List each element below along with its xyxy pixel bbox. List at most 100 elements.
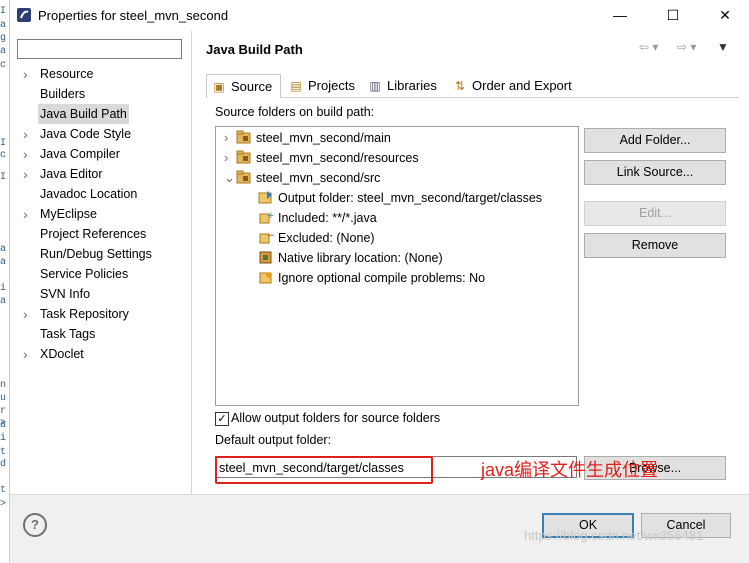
source-folders-label: Source folders on build path: [215, 105, 375, 119]
bleed-char: u [0, 393, 7, 404]
source-tree-row[interactable]: Ignore optional compile problems: No [258, 268, 485, 288]
expand-chevron-icon[interactable]: › [23, 204, 28, 224]
chevron-right-icon[interactable]: › [224, 128, 236, 148]
source-tree-row[interactable]: Native library location: (None) [258, 248, 443, 268]
bleed-char: r [0, 406, 7, 417]
bleed-char: a [0, 296, 7, 307]
sidebar-item[interactable]: Run/Debug Settings [40, 244, 152, 264]
bleed-char: i [0, 283, 7, 294]
source-tree-row[interactable]: › steel_mvn_second/main [224, 128, 391, 148]
properties-dialog: Properties for steel_mvn_second — ☐ ✕ › R… [9, 0, 749, 563]
expand-chevron-icon[interactable]: › [23, 304, 28, 324]
sidebar-item[interactable]: Resource [40, 64, 94, 84]
expand-chevron-icon[interactable]: › [23, 124, 28, 144]
source-tree-row[interactable]: + Included: **/*.java [258, 208, 377, 228]
chevron-down-icon[interactable]: ⌄ [224, 168, 236, 188]
sidebar-item[interactable]: XDoclet [40, 344, 84, 364]
bleed-char: t [0, 447, 7, 458]
source-tree-row[interactable]: ⌄ steel_mvn_second/src [224, 168, 380, 188]
bleed-char: g [0, 33, 7, 44]
tab-order-export[interactable]: ⇅ Order and Export [453, 74, 572, 97]
bleed-char: c [0, 60, 7, 71]
dialog-footer: ? OK Cancel https://blog.csdn.net/wx3564… [10, 494, 749, 563]
source-tree-row[interactable]: − Excluded: (None) [258, 228, 375, 248]
maximize-button[interactable]: ☐ [658, 5, 688, 25]
expand-chevron-icon[interactable]: › [23, 344, 28, 364]
sidebar-item[interactable]: Java Build Path [38, 104, 129, 124]
bleed-char: a [0, 20, 7, 31]
sidebar-item[interactable]: Java Compiler [40, 144, 120, 164]
tab-source[interactable]: ▣ Source [206, 74, 281, 98]
chevron-right-icon[interactable]: › [224, 148, 236, 168]
ignore-problems-icon [258, 270, 274, 284]
expand-chevron-icon[interactable]: › [23, 64, 28, 84]
sidebar-item[interactable]: Java Code Style [40, 124, 131, 144]
bleed-char: a [0, 46, 7, 57]
bleed-char: a [0, 244, 7, 255]
remove-button[interactable]: Remove [584, 233, 726, 258]
sidebar-item[interactable]: Task Tags [40, 324, 95, 344]
bleed-char: I [0, 6, 7, 17]
package-folder-icon [236, 130, 252, 144]
tab-label: Libraries [387, 78, 437, 93]
filter-input[interactable] [17, 39, 182, 59]
minimize-button[interactable]: — [605, 5, 635, 25]
order-export-icon: ⇅ [454, 79, 466, 93]
sidebar-item[interactable]: SVN Info [40, 284, 90, 304]
title-bar: Properties for steel_mvn_second — ☐ ✕ [10, 0, 749, 31]
sidebar-item[interactable]: Javadoc Location [40, 184, 137, 204]
sidebar-item[interactable]: Project References [40, 224, 146, 244]
bleed-char: i [0, 433, 7, 444]
output-folder-icon [258, 190, 274, 204]
source-tree-row[interactable]: › steel_mvn_second/resources [224, 148, 419, 168]
expand-chevron-icon[interactable]: › [23, 144, 28, 164]
source-tree-label: Included: **/*.java [278, 211, 377, 225]
sidebar-item[interactable]: Builders [40, 84, 85, 104]
bleed-char: d [0, 459, 7, 470]
edit-button[interactable]: Edit... [584, 201, 726, 226]
allow-output-label: Allow output folders for source folders [231, 411, 441, 425]
source-tree-row[interactable]: Output folder: steel_mvn_second/target/c… [258, 188, 542, 208]
add-folder-button[interactable]: Add Folder... [584, 128, 726, 153]
bleed-char: > [0, 418, 7, 429]
projects-icon: ▤ [290, 79, 302, 93]
sidebar-item[interactable]: Service Policies [40, 264, 128, 284]
bleed-char: > [0, 499, 7, 510]
native-library-icon [258, 250, 274, 264]
annotation-text: java编译文件生成位置 [481, 460, 659, 480]
tab-libraries[interactable]: ▥ Libraries [368, 74, 437, 97]
sidebar-item[interactable]: Java Editor [40, 164, 103, 184]
link-source-button[interactable]: Link Source... [584, 160, 726, 185]
forward-arrow-icon[interactable]: ⇨ ▾ [677, 40, 696, 54]
excluded-icon: − [258, 230, 275, 244]
svg-text:−: − [267, 231, 274, 241]
close-button[interactable]: ✕ [710, 5, 740, 25]
tab-label: Source [231, 79, 273, 94]
view-menu-icon[interactable]: ▼ [717, 40, 729, 54]
tab-label: Projects [308, 78, 355, 93]
bleed-char: a [0, 257, 7, 268]
package-folder-icon [236, 150, 252, 164]
bleed-char: n [0, 380, 7, 391]
source-folders-tree[interactable]: › steel_mvn_second/main › steel_mvn_second/… [215, 126, 579, 406]
tab-label: Order and Export [472, 78, 572, 93]
eclipse-app-icon [17, 8, 31, 22]
included-icon: + [258, 210, 275, 224]
default-output-label: Default output folder: [215, 433, 332, 447]
expand-chevron-icon[interactable]: › [23, 164, 28, 184]
back-arrow-icon[interactable]: ⇦ ▾ [639, 40, 658, 54]
sidebar-item[interactable]: MyEclipse [40, 204, 97, 224]
allow-output-checkbox[interactable]: ✓ [215, 412, 229, 426]
help-icon[interactable]: ? [23, 513, 47, 537]
package-folder-icon [236, 170, 252, 184]
pane-divider[interactable] [191, 31, 192, 494]
bleed-char: I [0, 172, 7, 183]
page-title: Java Build Path [206, 42, 303, 57]
bleed-char: c [0, 150, 7, 161]
bleed-char: t [0, 485, 7, 496]
source-tree-label: Excluded: (None) [278, 231, 375, 245]
tab-projects[interactable]: ▤ Projects [289, 74, 355, 97]
bleed-char: I [0, 138, 7, 149]
sidebar-item[interactable]: Task Repository [40, 304, 129, 324]
source-tree-label: Ignore optional compile problems: No [278, 271, 486, 285]
